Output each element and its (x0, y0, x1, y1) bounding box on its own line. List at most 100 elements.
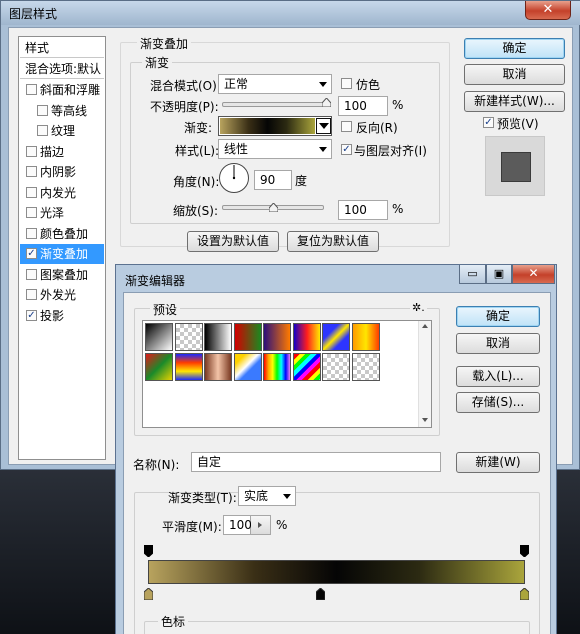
style-label: 样式(L): (175, 144, 220, 158)
opacity-slider-thumb[interactable] (322, 98, 331, 107)
new-style-button[interactable]: 新建样式(W)... (464, 91, 565, 112)
gradient-preset-swatch[interactable] (351, 353, 380, 381)
gradient-editor-close-button[interactable]: ✕ (512, 265, 555, 284)
style-list-item[interactable]: 描边 (20, 142, 104, 162)
style-list-item[interactable]: 等高线 (20, 101, 104, 121)
gradient-preset-swatch[interactable] (292, 323, 321, 351)
reset-default-button[interactable]: 复位为默认值 (287, 231, 379, 252)
style-list-item-label: 内发光 (40, 185, 77, 200)
dither-checkbox[interactable] (341, 78, 352, 89)
style-preview (485, 136, 545, 196)
style-list-item[interactable]: 光泽 (20, 203, 104, 223)
ge-cancel-button[interactable]: 取消 (456, 333, 540, 354)
style-checkbox[interactable]: ✓ (26, 309, 37, 321)
style-checkbox[interactable]: ✓ (26, 248, 37, 259)
style-preview-swatch (501, 152, 531, 182)
gradient-preset-swatch[interactable] (174, 323, 203, 351)
maximize-button[interactable]: ▣ (486, 265, 512, 284)
gradient-preset-swatch[interactable] (292, 353, 321, 381)
gradient-preset-swatch[interactable] (145, 353, 173, 381)
chevron-down-icon (283, 494, 291, 499)
style-list-item-label: 内阴影 (40, 165, 77, 179)
style-list-header[interactable]: 样式 (20, 38, 104, 58)
scale-input[interactable]: 100 (338, 200, 388, 220)
style-list-item[interactable]: 颜色叠加 (20, 224, 104, 244)
style-list-item[interactable]: 内发光 (20, 183, 104, 203)
preset-scrollbar[interactable] (418, 321, 431, 427)
opacity-unit: % (392, 98, 404, 112)
gradient-preset-swatch[interactable] (145, 323, 173, 351)
gradient-preset-swatch[interactable] (204, 353, 232, 381)
style-list-item[interactable]: 图案叠加 (20, 265, 104, 285)
gradient-preset-swatch[interactable] (204, 323, 232, 351)
new-gradient-button[interactable]: 新建(W) (456, 452, 540, 473)
blend-mode-select[interactable]: 正常 (218, 74, 332, 94)
scale-slider-thumb[interactable] (269, 203, 278, 212)
ok-button[interactable]: 确定 (464, 38, 565, 59)
scroll-up-icon[interactable] (422, 324, 428, 328)
scroll-down-icon[interactable] (422, 418, 428, 422)
opacity-stop-right[interactable] (520, 545, 529, 557)
style-checkbox[interactable] (26, 186, 37, 198)
style-select[interactable]: 线性 (218, 139, 332, 159)
preview-checkbox[interactable]: ✓ (483, 117, 494, 128)
style-list-item-label: 等高线 (51, 103, 88, 118)
style-checkbox[interactable] (37, 104, 48, 116)
blending-options-item[interactable]: 混合选项:默认 (20, 59, 104, 79)
minimize-button[interactable]: ▭ (459, 265, 486, 284)
gradient-bar[interactable] (148, 560, 525, 584)
title-bar[interactable]: 图层样式 ✕ (1, 1, 580, 25)
style-list-item[interactable]: 纹理 (20, 121, 104, 141)
gradient-preset-swatch[interactable] (233, 353, 262, 381)
gradient-preset-swatch[interactable] (322, 353, 350, 381)
angle-input[interactable]: 90 (254, 170, 292, 190)
color-stop-gold-right[interactable] (520, 588, 529, 600)
gradient-preset-swatch[interactable] (322, 323, 350, 351)
style-checkbox[interactable] (26, 289, 37, 300)
style-checkbox[interactable] (26, 166, 37, 177)
style-checkbox[interactable] (26, 145, 37, 157)
opacity-slider[interactable] (222, 102, 330, 107)
close-button[interactable]: ✕ (525, 1, 571, 20)
gear-icon[interactable]: ✲. (410, 301, 427, 314)
style-checkbox[interactable] (26, 207, 37, 218)
style-list-item-label: 描边 (40, 144, 65, 159)
ge-ok-button[interactable]: 确定 (456, 306, 540, 327)
style-checkbox[interactable] (26, 268, 37, 280)
color-stop-black[interactable] (316, 588, 325, 600)
gradient-preset-swatch[interactable] (263, 323, 291, 351)
load-button[interactable]: 载入(L)... (456, 366, 540, 387)
angle-dial[interactable] (218, 162, 250, 194)
gradient-preset-swatch[interactable] (351, 323, 380, 351)
gradient-preset-swatch[interactable] (263, 353, 291, 381)
gradient-preview[interactable] (220, 118, 315, 134)
gradient-preset-swatch[interactable] (233, 323, 262, 351)
reverse-checkbox[interactable] (341, 121, 352, 132)
gradient-preset-swatch[interactable] (174, 353, 203, 381)
smoothness-unit: % (276, 518, 288, 532)
smoothness-stepper[interactable] (251, 515, 271, 535)
smoothness-input[interactable]: 100 (223, 515, 252, 535)
style-list-item[interactable]: 外发光 (20, 285, 104, 305)
save-button[interactable]: 存储(S)... (456, 392, 540, 413)
make-default-button[interactable]: 设置为默认值 (187, 231, 279, 252)
gradient-type-select[interactable]: 实底 (238, 486, 296, 506)
style-checkbox[interactable] (26, 227, 37, 239)
style-list-item[interactable]: ✓ 渐变叠加 (20, 244, 104, 264)
gradient-dropdown-button[interactable] (316, 118, 331, 134)
name-input[interactable]: 自定 (191, 452, 441, 472)
style-list-item-label: 光泽 (40, 206, 65, 220)
gradient-type-label: 渐变类型(T): (168, 491, 237, 505)
style-list-item[interactable]: 内阴影 (20, 162, 104, 182)
style-checkbox[interactable] (37, 125, 48, 136)
style-list-item[interactable]: 斜面和浮雕 (20, 80, 104, 100)
color-stop-gold-left[interactable] (144, 588, 153, 600)
style-checkbox[interactable] (26, 84, 37, 95)
opacity-input[interactable]: 100 (338, 96, 388, 116)
cancel-button[interactable]: 取消 (464, 64, 565, 85)
align-with-layer-checkbox[interactable]: ✓ (341, 144, 352, 155)
opacity-stop-left[interactable] (144, 545, 153, 557)
gradient-picker[interactable] (218, 116, 332, 136)
style-list-item[interactable]: ✓ 投影 (20, 306, 104, 326)
gradient-label: 渐变: (184, 121, 213, 135)
